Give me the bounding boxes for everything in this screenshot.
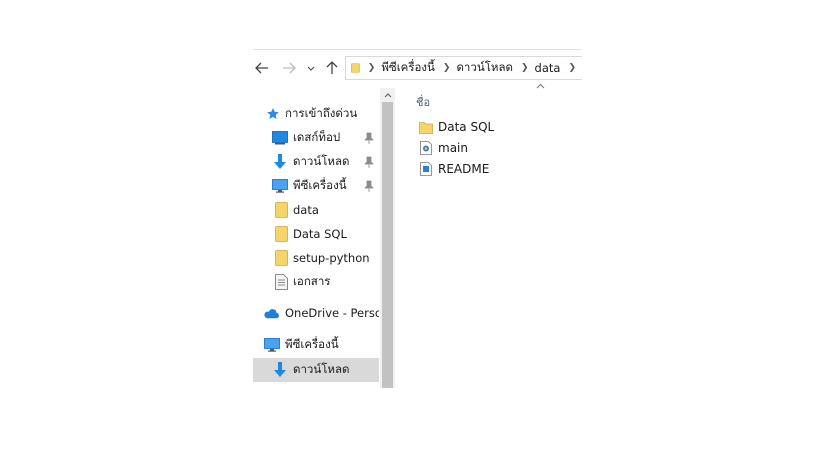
text-file-icon	[419, 162, 433, 176]
chevron-right-icon[interactable]: ❯	[568, 63, 576, 73]
pin-icon[interactable]	[364, 132, 374, 144]
scroll-thumb[interactable]	[382, 102, 393, 388]
nav-item-data-sql[interactable]: Data SQL	[253, 223, 379, 245]
column-header-name[interactable]: ชื่อ	[416, 93, 430, 111]
navigation-bar: ❯ พีซีเครื่องนี้ ❯ ดาวน์โหลด ❯ data ❯	[253, 55, 582, 81]
up-button[interactable]	[323, 58, 341, 78]
folder-icon	[273, 226, 289, 242]
nav-item-label: ดาวน์โหลด	[293, 362, 350, 376]
chevron-up-icon	[384, 92, 391, 97]
breadcrumb-data[interactable]: data	[535, 61, 561, 75]
document-icon	[273, 274, 289, 290]
forward-arrow-icon	[283, 62, 296, 74]
navigation-pane: การเข้าถึงด่วน เดสก์ท็อป ดาวน์โหลด พีซีเ…	[253, 88, 379, 388]
file-name: main	[438, 141, 468, 155]
pin-icon[interactable]	[364, 180, 374, 192]
folder-icon	[273, 202, 289, 218]
nav-item-quick-access[interactable]: การเข้าถึงด่วน	[253, 103, 379, 125]
file-item-readme[interactable]: README	[419, 159, 489, 179]
python-file-icon	[419, 141, 433, 155]
chevron-right-icon[interactable]: ❯	[521, 63, 529, 73]
nav-item-downloads[interactable]: ดาวน์โหลด	[253, 151, 379, 173]
file-name: README	[438, 162, 490, 176]
nav-item-desktop[interactable]: เดสก์ท็อป	[253, 127, 379, 149]
nav-item-data[interactable]: data	[253, 199, 379, 221]
monitor-icon	[264, 337, 280, 353]
toolbar-divider	[253, 49, 582, 50]
nav-item-this-pc-root[interactable]: พีซีเครื่องนี้	[253, 334, 379, 356]
desktop-icon	[272, 130, 288, 146]
download-icon	[272, 154, 288, 170]
cloud-icon	[263, 305, 279, 321]
nav-item-label: เอกสาร	[293, 274, 331, 288]
nav-item-label: ดาวน์โหลด	[293, 154, 350, 168]
folder-icon	[351, 63, 360, 73]
nav-item-downloads-selected[interactable]: ดาวน์โหลด	[253, 358, 379, 382]
file-item-data-sql[interactable]: Data SQL	[419, 117, 494, 137]
star-icon	[265, 106, 281, 122]
nav-item-this-pc[interactable]: พีซีเครื่องนี้	[253, 175, 379, 197]
nav-item-label: เดสก์ท็อป	[293, 130, 341, 144]
nav-item-label: พีซีเครื่องนี้	[285, 337, 339, 351]
chevron-right-icon[interactable]: ❯	[443, 63, 451, 73]
back-arrow-icon	[255, 62, 268, 74]
address-bar[interactable]: ❯ พีซีเครื่องนี้ ❯ ดาวน์โหลด ❯ data ❯	[345, 56, 582, 80]
chevron-right-icon: ❯	[367, 63, 376, 73]
nav-item-setup-python[interactable]: setup-python	[253, 247, 379, 269]
breadcrumb-downloads[interactable]: ดาวน์โหลด	[456, 59, 513, 77]
nav-item-onedrive[interactable]: OneDrive - Persor	[253, 302, 379, 324]
monitor-icon	[272, 178, 288, 194]
nav-item-label: OneDrive - Persor	[285, 306, 379, 320]
nav-item-documents[interactable]: เอกสาร	[253, 271, 379, 293]
nav-item-label: พีซีเครื่องนี้	[293, 178, 347, 192]
scroll-up-button[interactable]	[380, 88, 395, 102]
folder-icon	[273, 250, 289, 266]
nav-item-label: data	[293, 203, 319, 217]
recent-locations-button[interactable]	[305, 58, 317, 78]
up-arrow-icon	[326, 61, 338, 74]
download-icon	[272, 362, 288, 378]
chevron-down-icon	[307, 66, 315, 71]
nav-item-label: setup-python	[293, 251, 370, 265]
back-button[interactable]	[253, 58, 271, 78]
nav-item-label: การเข้าถึงด่วน	[285, 106, 358, 120]
file-name: Data SQL	[438, 120, 495, 134]
file-item-main[interactable]: main	[419, 138, 468, 158]
pin-icon[interactable]	[364, 156, 374, 168]
file-list-pane: ชื่อ Data SQL main README	[395, 81, 582, 391]
nav-item-label: Data SQL	[293, 227, 347, 241]
forward-button[interactable]	[280, 58, 298, 78]
sort-ascending-icon[interactable]	[536, 83, 545, 89]
nav-pane-scrollbar[interactable]	[380, 88, 395, 388]
folder-icon	[419, 120, 433, 134]
breadcrumb-this-pc[interactable]: พีซีเครื่องนี้	[381, 59, 435, 77]
